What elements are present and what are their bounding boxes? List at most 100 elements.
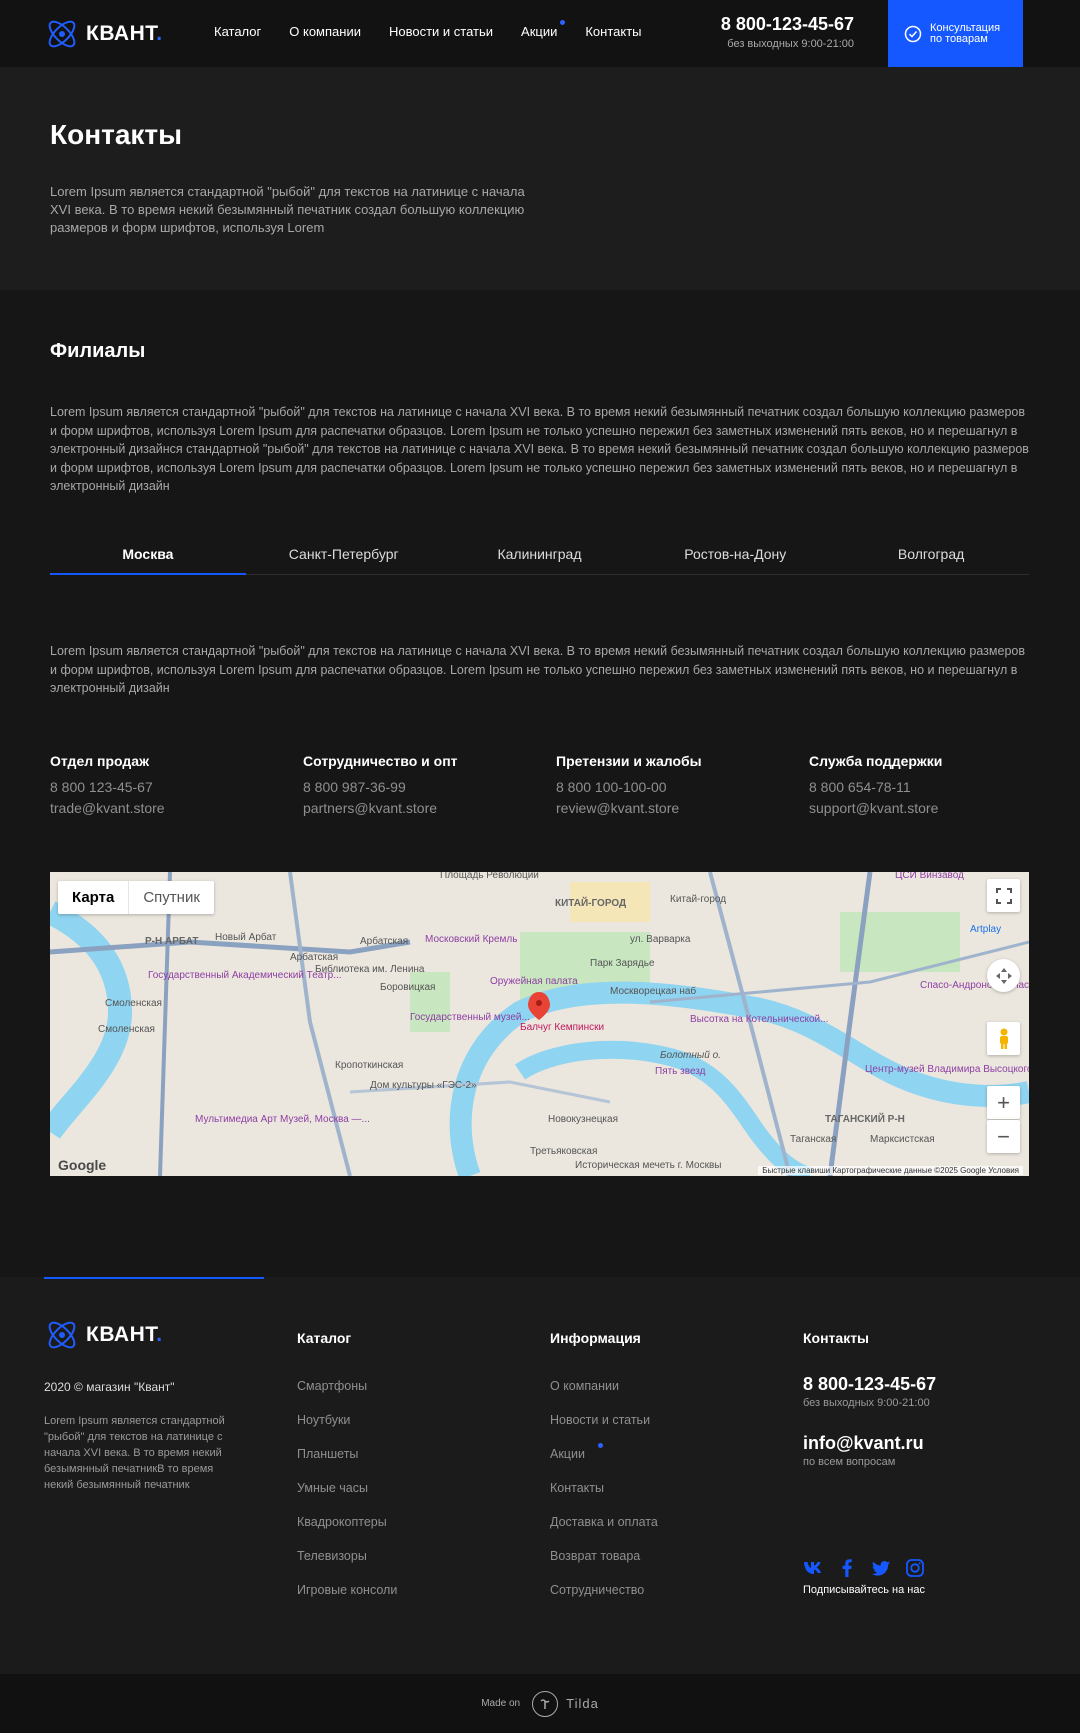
map-label: Историческая мечеть г. Москвы (575, 1160, 721, 1171)
footer-link-returns[interactable]: Возврат товара (550, 1549, 658, 1563)
footer-link-consoles[interactable]: Игровые консоли (297, 1583, 397, 1597)
tilda-name: Tilda (566, 1696, 599, 1711)
tab-volgograd[interactable]: Волгоград (833, 546, 1029, 574)
dept-phone[interactable]: 8 800 654-78-11 (809, 780, 1062, 794)
site-header: КВАНТ. Каталог О компании Новости и стат… (0, 0, 1080, 67)
footer-link-smartwatches[interactable]: Умные часы (297, 1481, 397, 1495)
dept-support: Служба поддержки 8 800 654-78-11 support… (809, 753, 1062, 815)
map-label: Высотка на Котельнической... (690, 1014, 828, 1025)
dept-title: Служба поддержки (809, 753, 943, 769)
dept-title: Сотрудничество и опт (303, 753, 458, 769)
zoom-in-icon[interactable]: + (987, 1086, 1020, 1119)
map-type-map-button[interactable]: Карта (58, 881, 130, 914)
footer-link-about[interactable]: О компании (550, 1379, 658, 1393)
instagram-icon[interactable] (905, 1558, 925, 1578)
footer-info-title: Информация (550, 1330, 641, 1346)
map-attribution[interactable]: Быстрые клавиши Картографические данные … (758, 1166, 1023, 1175)
map-label: Арбатская (360, 935, 408, 947)
nav-catalog[interactable]: Каталог (214, 24, 261, 39)
tab-rostov[interactable]: Ростов-на-Дону (637, 546, 833, 574)
map-label: Балчуг Кемпински (520, 1022, 604, 1033)
street-view-pegman-icon[interactable] (987, 1022, 1020, 1055)
logo[interactable]: КВАНТ. (44, 16, 163, 52)
footer-info: Информация О компании Новости и статьи А… (550, 1330, 658, 1597)
footer-link-laptops[interactable]: Ноутбуки (297, 1413, 397, 1427)
footer-link-delivery[interactable]: Доставка и оплата (550, 1515, 658, 1529)
check-circle-icon (904, 25, 922, 42)
map-label: Москворецкая наб (610, 985, 696, 997)
fullscreen-icon[interactable] (987, 879, 1020, 912)
footer-phone[interactable]: 8 800-123-45-67 (803, 1374, 936, 1395)
map-label: Кропоткинская (335, 1060, 403, 1071)
header-phone[interactable]: 8 800-123-45-67 (714, 14, 854, 35)
map-label: Смоленская (98, 1024, 155, 1035)
nav-promo[interactable]: Акции (521, 20, 566, 39)
main-nav: Каталог О компании Новости и статьи Акци… (214, 20, 670, 39)
footer-logo[interactable]: КВАНТ. (44, 1317, 163, 1353)
map-rotate-icon[interactable] (987, 959, 1020, 992)
consultation-label: Консультация по товарам (930, 21, 1001, 45)
footer-link-tablets[interactable]: Планшеты (297, 1447, 397, 1461)
map-label: Площадь Революции (440, 872, 539, 881)
footer-link-promo-label: Акции (550, 1447, 585, 1461)
footer-link-tvs[interactable]: Телевизоры (297, 1549, 397, 1563)
dept-email[interactable]: review@kvant.store (556, 801, 809, 815)
dept-phone[interactable]: 8 800 100-100-00 (556, 780, 809, 794)
dept-phone[interactable]: 8 800 123-45-67 (50, 780, 303, 794)
google-map[interactable]: Площадь Революции Китай-город ЦСИ Винзав… (50, 872, 1029, 1176)
footer-about: Lorem Ipsum является стандартной "рыбой"… (44, 1415, 225, 1491)
footer-contacts: Контакты 8 800-123-45-67 без выходных 9:… (803, 1330, 936, 1468)
map-label: Боровицкая (380, 982, 435, 993)
subscribe-label: Подписывайтесь на нас (803, 1584, 925, 1596)
nav-news[interactable]: Новости и статьи (389, 24, 493, 39)
dept-phone[interactable]: 8 800 987-36-99 (303, 780, 556, 794)
dept-title: Отдел продаж (50, 753, 149, 769)
nav-promo-label: Акции (521, 24, 558, 39)
map-label: Болотный о. (660, 1050, 721, 1061)
tilda-logo-icon (532, 1690, 559, 1717)
nav-contacts[interactable]: Контакты (585, 24, 641, 39)
departments: Отдел продаж 8 800 123-45-67 trade@kvant… (50, 753, 1062, 815)
logo-text: КВАНТ. (86, 22, 163, 45)
footer-email[interactable]: info@kvant.ru (803, 1433, 936, 1454)
page-title: Контакты (50, 119, 183, 150)
map-label: Дом культуры «ГЭС-2» (370, 1080, 477, 1091)
dept-email[interactable]: partners@kvant.store (303, 801, 556, 815)
city-description: Lorem Ipsum является стандартной "рыбой"… (50, 644, 1025, 695)
footer-link-promo[interactable]: Акции (550, 1443, 658, 1461)
footer-link-drones[interactable]: Квадрокоптеры (297, 1515, 397, 1529)
vk-icon[interactable] (803, 1558, 823, 1578)
consultation-button[interactable]: Консультация по товарам (888, 0, 1023, 67)
dept-claims: Претензии и жалобы 8 800 100-100-00 revi… (556, 753, 809, 815)
map-label: Китай-город (670, 894, 726, 905)
map-label: Московский Кремль (425, 934, 517, 945)
map-label: Мультимедиа Арт Музей, Москва —... (195, 1114, 370, 1125)
new-indicator-dot (560, 20, 566, 25)
nav-about[interactable]: О компании (289, 24, 361, 39)
dept-email[interactable]: support@kvant.store (809, 801, 1062, 815)
social-links (803, 1558, 939, 1578)
map-type-satellite-button[interactable]: Спутник (129, 881, 214, 914)
footer-link-news[interactable]: Новости и статьи (550, 1413, 658, 1427)
tab-saint-petersburg[interactable]: Санкт-Петербург (246, 546, 442, 574)
tab-moscow[interactable]: Москва (50, 546, 246, 575)
tab-kaliningrad[interactable]: Калининград (442, 546, 638, 574)
map-label: Государственный музей... (410, 1012, 530, 1023)
dept-partners: Сотрудничество и опт 8 800 987-36-99 par… (303, 753, 556, 815)
dept-sales: Отдел продаж 8 800 123-45-67 trade@kvant… (50, 753, 303, 815)
map-label: Арбатская (290, 951, 338, 963)
dept-email[interactable]: trade@kvant.store (50, 801, 303, 815)
map-label: Artplay (970, 924, 1001, 935)
footer-link-cooperation[interactable]: Сотрудничество (550, 1583, 658, 1597)
footer-catalog: Каталог Смартфоны Ноутбуки Планшеты Умны… (297, 1330, 397, 1597)
zoom-out-icon[interactable]: − (987, 1120, 1020, 1153)
map-canvas: Площадь Революции Китай-город ЦСИ Винзав… (50, 872, 1029, 1176)
city-tabs: Москва Санкт-Петербург Калининград Росто… (50, 546, 1029, 575)
footer-link-contacts[interactable]: Контакты (550, 1481, 658, 1495)
made-on-label: Made on (481, 1698, 521, 1709)
twitter-icon[interactable] (871, 1558, 891, 1578)
footer-logo-text: КВАНТ. (86, 1323, 163, 1346)
facebook-icon[interactable] (837, 1558, 857, 1578)
footer-link-smartphones[interactable]: Смартфоны (297, 1379, 397, 1393)
made-on-tilda-bar[interactable]: Made on Tilda (0, 1674, 1080, 1733)
